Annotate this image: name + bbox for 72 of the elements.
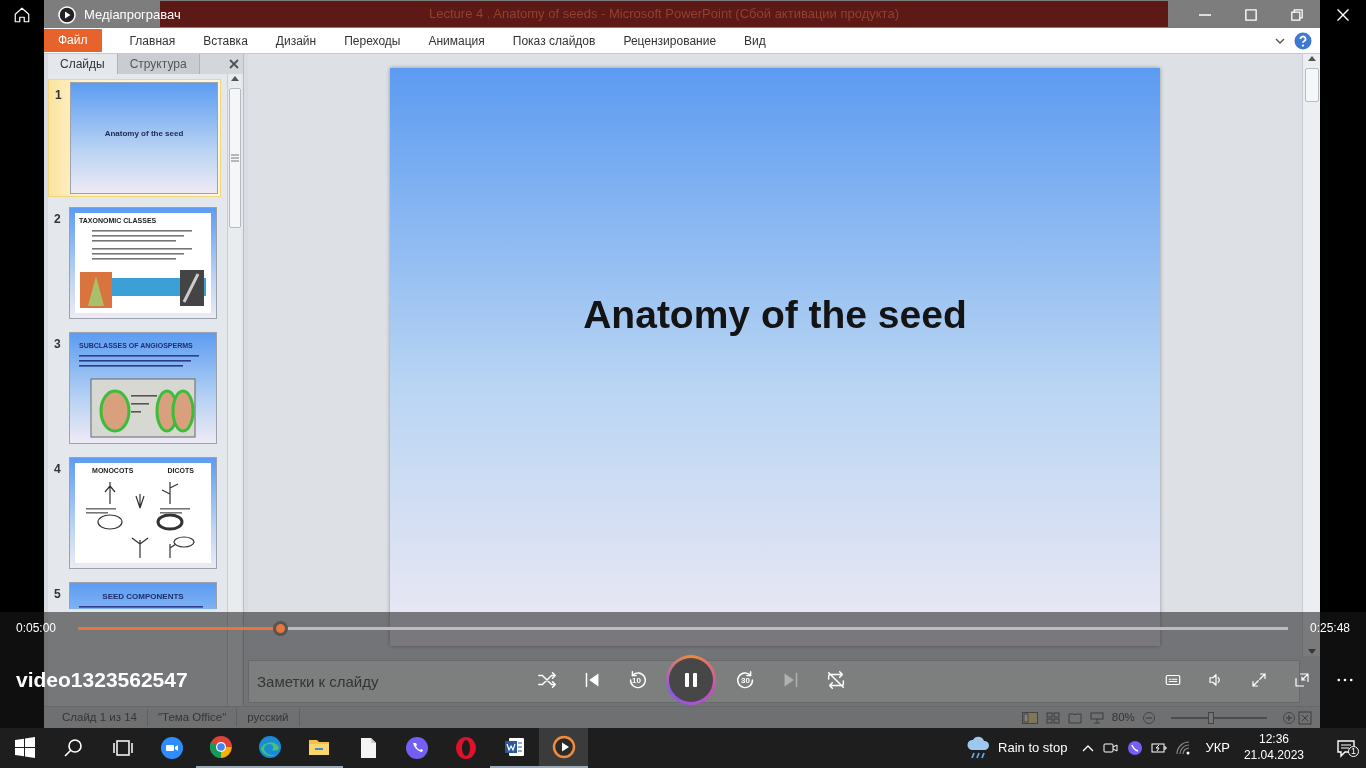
ribbon-tab[interactable]: Вставка	[189, 31, 262, 50]
sorter-view-icon	[1045, 711, 1060, 724]
ribbon-tab[interactable]: Рецензирование	[609, 31, 731, 50]
thumbnail-heading: SEED COMPONENTS	[101, 591, 185, 603]
zoom-out-icon	[1142, 711, 1155, 724]
date-text: 21.04.2023	[1243, 748, 1304, 764]
ribbon-tab[interactable]: Переходы	[330, 31, 415, 50]
slide-number: 1	[55, 87, 63, 104]
slide-number: 4	[54, 461, 62, 478]
slideshow-icon	[1089, 711, 1104, 724]
scroll-down-icon	[1306, 646, 1317, 656]
document-icon	[502, 735, 527, 759]
grip-icon	[230, 154, 239, 162]
windows-logo-icon	[12, 736, 37, 760]
notifications-button[interactable]: 1	[1326, 728, 1366, 768]
slider-thumb[interactable]	[1208, 711, 1215, 724]
weather-widget[interactable]: Rain to stop	[960, 728, 1074, 768]
forward-button[interactable]: 30	[730, 663, 761, 697]
camera-icon	[1103, 740, 1120, 756]
ribbon-tab[interactable]: Вид	[730, 31, 780, 50]
language-indicator[interactable]: УКР	[1199, 728, 1236, 768]
phone-bubble-icon	[1127, 740, 1144, 756]
status-text: "Тема Office"	[148, 708, 238, 727]
ribbon-tab[interactable]: Главная	[115, 31, 190, 50]
ribbon-tab[interactable]: Показ слайдов	[498, 31, 610, 50]
ribbon-tab[interactable]: Анимация	[414, 31, 499, 50]
slide-number: 3	[54, 336, 62, 353]
message-icon	[1336, 738, 1356, 758]
more-icon	[1336, 678, 1353, 682]
scrollbar-thumb[interactable]	[228, 88, 241, 228]
maximize-icon	[1245, 9, 1257, 21]
phone-bubble-icon	[404, 736, 429, 760]
minimize-icon	[1199, 14, 1211, 16]
play-icon	[551, 735, 576, 759]
clock[interactable]: 12:36 21.04.2023	[1235, 732, 1312, 764]
rewind-button[interactable]: 10	[621, 663, 652, 697]
close-icon	[1337, 9, 1349, 21]
zoom-level: 80%	[1111, 709, 1135, 725]
normal-view-icon	[1021, 711, 1038, 724]
fullscreen-icon	[1249, 671, 1268, 689]
ribbon-tab[interactable]: Дизайн	[261, 31, 331, 50]
zoom-in-icon	[1282, 711, 1295, 724]
help-icon	[1294, 31, 1312, 50]
battery-icon	[1151, 740, 1168, 756]
browser-icon	[208, 735, 233, 759]
elapsed-time: 0:05:00	[16, 620, 58, 637]
total-time: 0:25:48	[1308, 620, 1350, 637]
status-text: Слайд 1 из 14	[52, 708, 148, 727]
slide-list-item[interactable]: 1 Anatomy of the seed	[48, 79, 221, 197]
reading-view-icon	[1067, 711, 1082, 724]
panel-tab[interactable]: Слайды	[48, 54, 118, 74]
slide-title: Anatomy of the seed	[583, 292, 967, 336]
slide-list-item[interactable]: 5 SEED COMPONENTS	[48, 579, 221, 609]
panel-tab[interactable]: Структура	[117, 54, 200, 74]
play-icon	[58, 6, 76, 24]
status-text: русский	[237, 708, 300, 727]
browser-icon	[257, 735, 282, 759]
miniplayer-icon	[1292, 671, 1311, 689]
taskbar-app[interactable]	[539, 728, 588, 768]
home-icon	[13, 6, 31, 24]
time-text: 12:36	[1258, 732, 1289, 748]
close-icon	[229, 59, 239, 69]
ring-icon	[453, 736, 478, 760]
slide-number: 2	[54, 211, 62, 228]
shuffle-icon	[535, 669, 558, 691]
fit-icon	[1298, 710, 1312, 725]
wifi-icon	[1175, 740, 1192, 756]
slide-number: 5	[54, 586, 62, 603]
restore-icon	[1291, 9, 1303, 21]
scrollbar-thumb[interactable]	[1304, 68, 1319, 102]
thumbnail-title: Anatomy of the seed	[103, 128, 185, 140]
video-camera-icon	[159, 736, 184, 760]
